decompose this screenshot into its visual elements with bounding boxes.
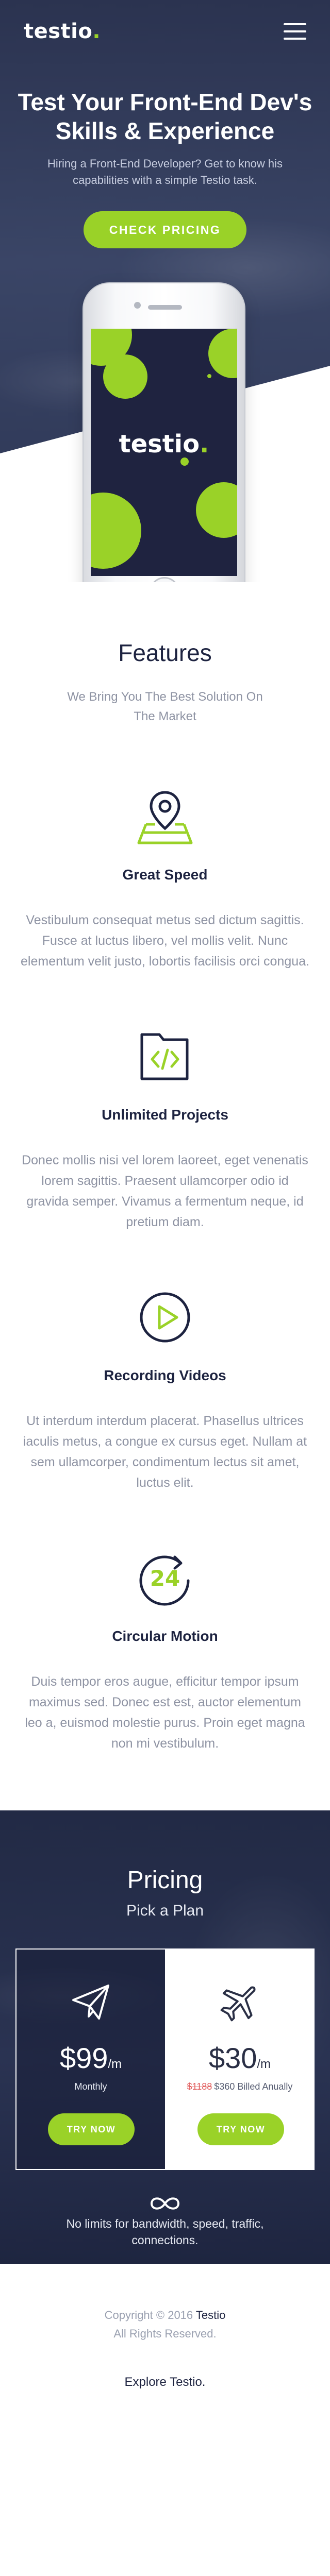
phone-mockup: testio.	[82, 282, 245, 582]
plan-price-period: /m	[108, 2057, 122, 2071]
plan-price-period: /m	[257, 2057, 271, 2071]
feature-text: Vestibulum consequat metus sed dictum sa…	[21, 913, 309, 969]
plan-card-monthly: $99/m Monthly TRY NOW	[15, 1948, 165, 2170]
check-pricing-button[interactable]: CHECK PRICING	[84, 211, 246, 248]
feature-item: 24 Circular Motion Duis tempor eros augu…	[0, 1545, 330, 1754]
decor-circle	[91, 493, 141, 569]
decor-dot	[180, 457, 189, 466]
rights-text: All Rights Reserved.	[113, 2327, 217, 2340]
phone-camera	[134, 302, 141, 309]
phone-screen: testio.	[91, 329, 237, 576]
hero-title: Test Your Front-End Dev's Skills & Exper…	[18, 89, 312, 144]
footer: Copyright © 2016 Testio All Rights Reser…	[0, 2264, 330, 2434]
logo[interactable]: testio.	[24, 20, 101, 43]
icon-24-text: 24	[150, 1566, 180, 1591]
try-now-button[interactable]: TRY NOW	[48, 2113, 135, 2145]
hamburger-menu-icon[interactable]	[284, 23, 306, 40]
limits-text: No limits for bandwidth, speed, traffic,…	[66, 2217, 264, 2247]
feature-title: Circular Motion	[112, 1628, 218, 1644]
pricing-subtitle: Pick a Plan	[126, 1902, 204, 1919]
feature-text: Donec mollis nisi vel lorem laoreet, ege…	[22, 1153, 308, 1229]
plan-price-value: $30	[208, 2042, 257, 2074]
features-title: Features	[118, 639, 212, 666]
feature-title: Recording Videos	[104, 1367, 226, 1383]
paper-plane-icon	[16, 1980, 165, 2024]
feature-item: Unlimited Projects Donec mollis nisi vel…	[0, 1023, 330, 1232]
phone-speaker	[148, 305, 182, 310]
play-icon	[131, 1284, 199, 1351]
phone-app-logo: testio.	[91, 430, 237, 459]
plan-old-price: $1188	[187, 2081, 212, 2092]
copyright-brand: Testio	[195, 2309, 226, 2321]
hero-section: testio. Test Your Front-End Dev's Skills…	[0, 0, 330, 582]
copyright-text: Copyright © 2016	[104, 2309, 193, 2321]
plan-billing-note: $360 Billed Anually	[214, 2081, 293, 2092]
decor-circle	[103, 354, 147, 399]
code-folder-icon	[131, 1023, 199, 1090]
feature-text: Duis tempor eros augue, efficitur tempor…	[25, 1674, 305, 1751]
explore-link[interactable]: Explore Testio.	[0, 2375, 330, 2389]
feature-title: Great Speed	[122, 867, 208, 883]
pricing-title: Pricing	[127, 1867, 203, 1894]
decor-circle	[196, 482, 237, 538]
logo-text: testio	[24, 20, 93, 43]
features-section: Features We Bring You The Best Solution …	[0, 582, 330, 1810]
try-now-button[interactable]: TRY NOW	[197, 2113, 284, 2145]
infinity-icon	[0, 2196, 330, 2211]
24-hours-icon: 24	[131, 1545, 199, 1612]
decor-dot	[207, 374, 211, 378]
plan-card-annual: $30/m $1188 $360 Billed Anually TRY NOW	[165, 1948, 315, 2170]
phone-home-button	[150, 577, 179, 582]
map-pin-icon	[131, 783, 199, 850]
feature-item: Great Speed Vestibulum consequat metus s…	[0, 783, 330, 972]
logo-dot: .	[92, 20, 101, 43]
phone-app-logo-dot: .	[200, 430, 209, 459]
plan-price: $99/m	[16, 2041, 165, 2075]
top-bar: testio.	[24, 19, 306, 44]
hero-subtitle: Hiring a Front-End Developer? Get to kno…	[47, 157, 283, 187]
features-lead: We Bring You The Best Solution On The Ma…	[67, 690, 263, 723]
plan-note: Monthly	[74, 2081, 107, 2092]
plan-price: $30/m	[166, 2041, 314, 2075]
copyright: Copyright © 2016 Testio All Rights Reser…	[0, 2264, 330, 2343]
plan-note: $1188 $360 Billed Anually	[166, 2081, 314, 2092]
feature-item: Recording Videos Ut interdum interdum pl…	[0, 1284, 330, 1493]
plan-price-value: $99	[59, 2042, 108, 2074]
pricing-section: Pricing Pick a Plan $99/m Monthly TRY NO…	[0, 1810, 330, 2264]
feature-text: Ut interdum interdum placerat. Phasellus…	[23, 1414, 307, 1490]
phone-app-logo-text: testio	[119, 430, 200, 459]
airplane-icon	[166, 1980, 314, 2024]
decor-circle	[208, 329, 237, 378]
feature-title: Unlimited Projects	[102, 1107, 228, 1123]
